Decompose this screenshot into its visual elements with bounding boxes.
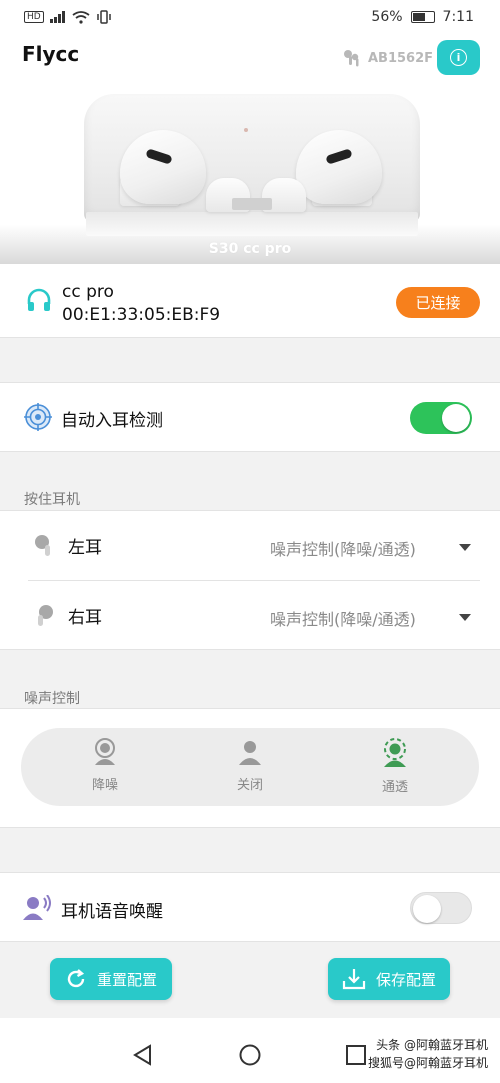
right-earbud-icon (38, 605, 53, 626)
left-earbud-icon (35, 535, 50, 556)
transparency-icon (384, 738, 406, 767)
clock: 7:11 (442, 9, 474, 25)
app-title: Flycc (22, 42, 80, 66)
battery-icon (410, 11, 435, 23)
right-ear-label: 右耳 (68, 608, 102, 628)
voice-wake-label: 耳机语音唤醒 (61, 902, 163, 922)
refresh-icon (67, 969, 85, 988)
left-ear-label: 左耳 (68, 538, 102, 558)
device-id-label: AB1562F (342, 48, 433, 68)
noise-control-segmented: 降噪 关闭 通透 (21, 728, 479, 806)
device-id-text: AB1562F (368, 50, 434, 66)
chevron-down-icon[interactable] (459, 614, 471, 621)
noise-option-anc[interactable]: 降噪 (65, 738, 145, 793)
system-nav-bar: 头条 @阿翰蓝牙耳机 搜狐号@阿翰蓝牙耳机 (0, 1018, 500, 1083)
signal-icon (49, 11, 65, 23)
device-name: cc pro (62, 282, 114, 302)
left-ear-action-select[interactable]: 噪声控制(降噪/通透) (270, 536, 416, 560)
battery-percent: 56% (371, 9, 403, 25)
home-icon[interactable] (239, 1044, 261, 1066)
connected-device-row: cc pro 00:E1:33:05:EB:F9 已连接 (0, 264, 500, 338)
target-icon (24, 403, 52, 431)
product-hero: S30 cc pro (0, 86, 500, 264)
auto-ear-detection-row: 自动入耳检测 (0, 382, 500, 452)
press-hold-section-label: 按住耳机 (24, 492, 80, 508)
model-name: S30 cc pro (208, 241, 292, 257)
divider (28, 580, 480, 581)
vibrate-icon (96, 10, 111, 24)
download-icon (342, 969, 366, 990)
noise-control-section-label: 噪声控制 (24, 691, 80, 707)
anc-icon (95, 738, 115, 765)
save-config-button[interactable]: 保存配置 (328, 958, 450, 1000)
watermark-line-2: 搜狐号@阿翰蓝牙耳机 (367, 1056, 488, 1070)
recents-icon[interactable] (346, 1045, 366, 1065)
reset-config-button[interactable]: 重置配置 (50, 958, 172, 1000)
auto-ear-toggle[interactable] (410, 402, 472, 434)
voice-wake-row: 耳机语音唤醒 (0, 872, 500, 942)
headphones-icon (27, 288, 51, 311)
app-header: Flycc AB1562F i (0, 36, 500, 86)
voice-wake-toggle[interactable] (410, 892, 472, 924)
right-ear-action-select[interactable]: 噪声控制(降噪/通透) (270, 606, 416, 630)
connection-status-badge[interactable]: 已连接 (396, 287, 480, 318)
watermark-line-1: 头条 @阿翰蓝牙耳机 (376, 1038, 488, 1052)
device-mac: 00:E1:33:05:EB:F9 (62, 305, 221, 325)
wifi-icon (72, 10, 90, 24)
info-icon: i (450, 49, 467, 66)
chevron-down-icon[interactable] (459, 544, 471, 551)
info-button[interactable]: i (437, 40, 480, 75)
auto-ear-label: 自动入耳检测 (61, 411, 163, 431)
hd-indicator: HD (24, 11, 44, 23)
voice-assistant-icon (23, 895, 51, 920)
press-hold-settings: 左耳 噪声控制(降噪/通透) 右耳 噪声控制(降噪/通透) (0, 510, 500, 650)
earbuds-icon (344, 50, 359, 67)
back-icon[interactable] (132, 1044, 154, 1066)
person-icon (239, 741, 261, 765)
noise-option-off[interactable]: 关闭 (210, 738, 290, 793)
status-bar: HD 56% 7:11 (0, 0, 500, 36)
noise-option-transparency[interactable]: 通透 (355, 738, 435, 795)
